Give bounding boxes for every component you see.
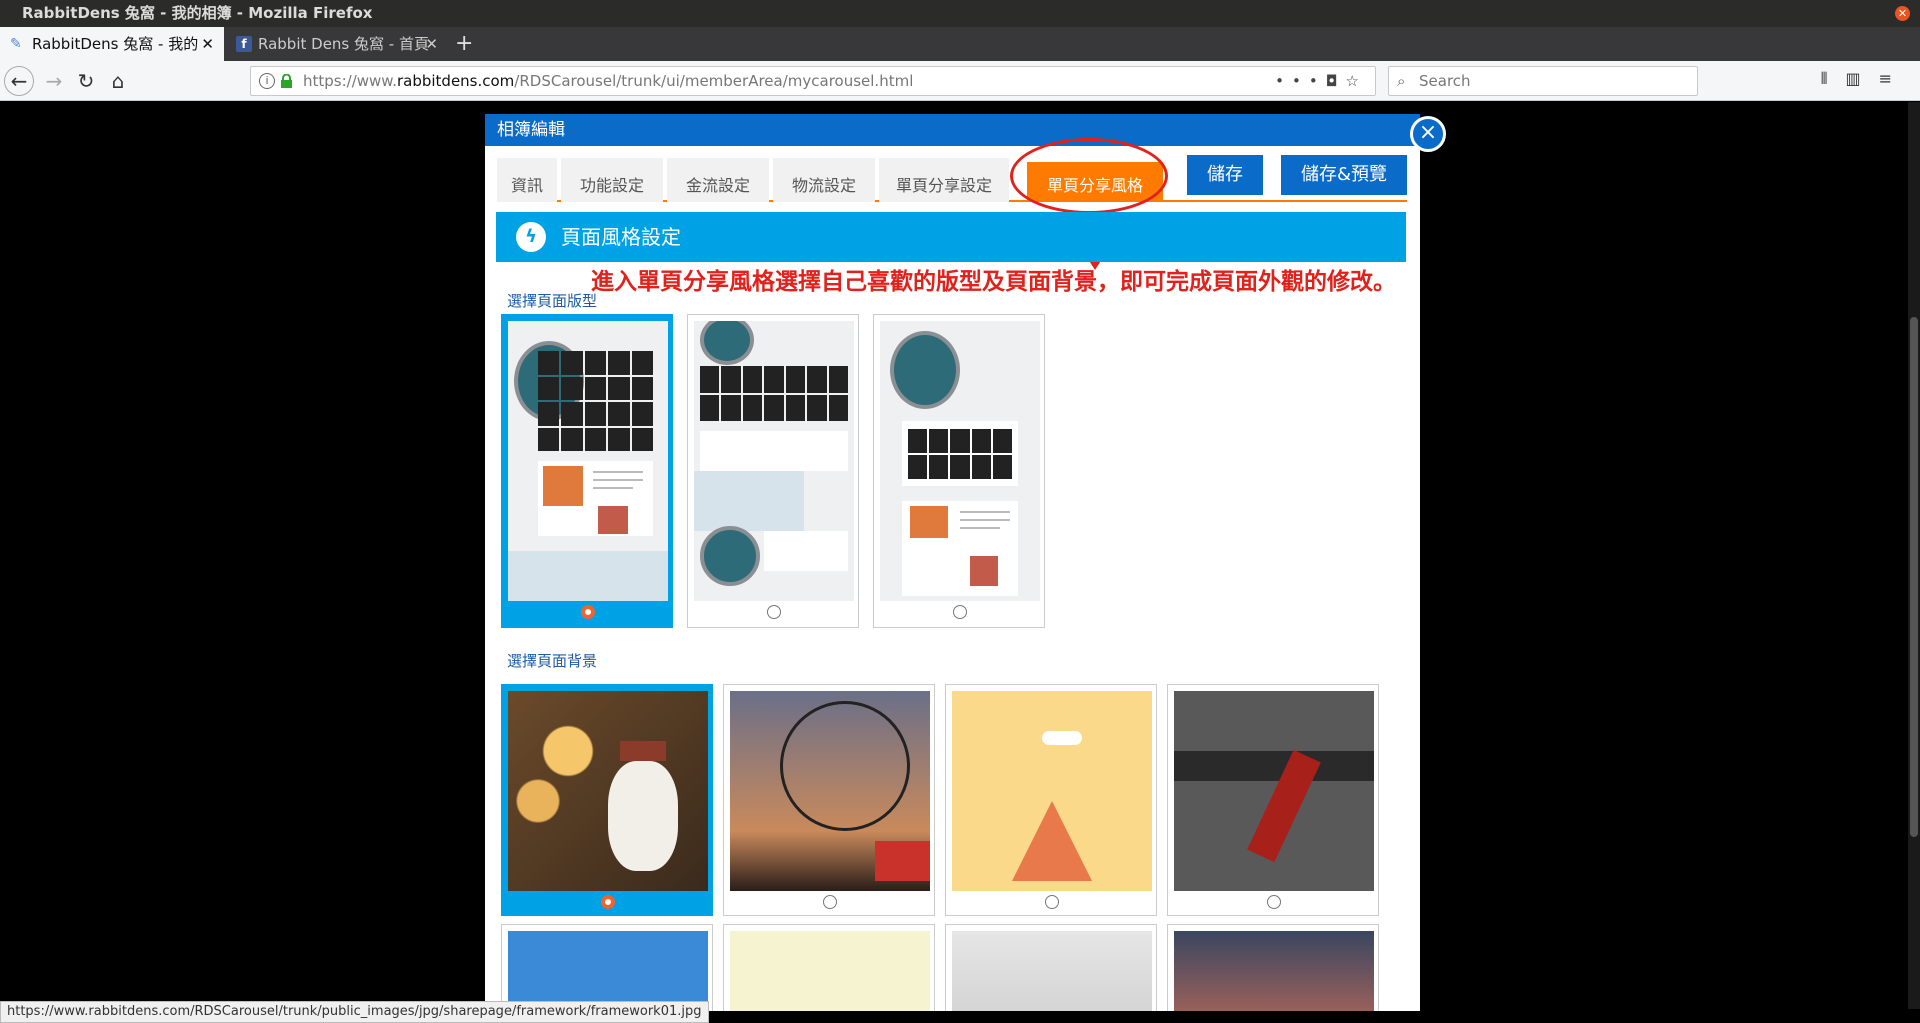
shop-illustration	[910, 506, 948, 538]
layout-radio-1[interactable]	[581, 605, 595, 619]
layout-radio-2[interactable]	[767, 605, 781, 619]
navigation-toolbar: ← → ↻ ⌂ i https://www.rabbitdens.com/RDS…	[0, 61, 1920, 101]
photo-grid	[700, 366, 848, 421]
instruction-annotation: 進入單頁分享風格選擇自己喜歡的版型及頁面背景，即可完成頁面外觀的修改。	[591, 269, 1396, 295]
sidebar-icon[interactable]: ▥	[1845, 69, 1878, 88]
fathers-day-image	[952, 691, 1152, 891]
album-editor-modal: 相簿編輯 資訊 功能設定 金流設定 物流設定 單頁分享設定 單頁分享風格 儲存 …	[485, 114, 1420, 1011]
tab-rabbitdens-album[interactable]: ✎ RabbitDens 兔窩 - 我的相… ✕	[0, 27, 224, 87]
detail-panel	[764, 531, 848, 571]
background-option-1[interactable]	[501, 684, 713, 916]
vacuum-cleaner-image	[1174, 691, 1374, 891]
people-illustration	[598, 506, 628, 534]
save-and-preview-button[interactable]: 儲存&預覽	[1281, 155, 1407, 195]
background-option-2[interactable]	[723, 684, 935, 916]
tab-close-icon[interactable]: ✕	[201, 27, 214, 61]
blue-cloud-image	[508, 931, 708, 1011]
layout-option-1[interactable]	[501, 314, 673, 628]
tab-share-page-settings[interactable]: 單頁分享設定	[879, 158, 1009, 202]
background-option-4[interactable]	[1167, 684, 1379, 916]
background-section-label: 選擇頁面背景	[507, 652, 598, 670]
layout-radio-3[interactable]	[953, 605, 967, 619]
background-radio-3[interactable]	[1045, 895, 1059, 909]
tab-info[interactable]: 資訊	[497, 158, 557, 202]
back-arrow-icon[interactable]: ←	[4, 66, 34, 96]
layout-section-label: 選擇頁面版型	[507, 292, 598, 310]
background-option-6[interactable]	[723, 924, 935, 1011]
status-bar-url: https://www.rabbitdens.com/RDSCarousel/t…	[0, 1001, 709, 1023]
lightning-icon: ϟ	[516, 222, 546, 252]
section-header: ϟ 頁面風格設定	[496, 212, 1406, 262]
page-scrollbar[interactable]	[1908, 102, 1920, 1009]
lock-icon	[281, 74, 292, 88]
window-close-icon[interactable]: ✕	[1895, 6, 1910, 21]
url-prefix: https://www.	[303, 72, 397, 90]
background-option-7[interactable]	[945, 924, 1157, 1011]
highlight-oval	[1010, 138, 1168, 214]
info-panel	[700, 431, 848, 471]
map-image	[508, 551, 668, 601]
people-illustration	[970, 556, 998, 586]
search-icon: ⌕	[1397, 72, 1406, 90]
layout-option-3[interactable]	[873, 314, 1045, 628]
search-placeholder: Search	[1419, 72, 1471, 90]
library-icon[interactable]: ⫴	[1821, 69, 1846, 88]
tab-label: Rabbit Dens 兔窩 - 首頁	[258, 35, 429, 53]
sunset-sky-image	[1174, 931, 1374, 1011]
layout-thumbnail-2	[694, 321, 854, 601]
bookmark-star-icon[interactable]: ☆	[1346, 72, 1367, 90]
tab-close-icon[interactable]: ✕	[425, 27, 438, 61]
save-button[interactable]: 儲存	[1187, 155, 1263, 195]
alarm-clock-image	[890, 331, 960, 409]
photo-grid	[908, 429, 1012, 479]
info-icon[interactable]: i	[259, 73, 275, 89]
layout-option-2[interactable]	[687, 314, 859, 628]
rabbit-favicon-icon: ✎	[10, 36, 22, 52]
shop-illustration	[543, 466, 583, 506]
window-title-bar: RabbitDens 兔窩 - 我的相簿 - Mozilla Firefox ✕	[0, 0, 1920, 27]
home-icon[interactable]: ⌂	[104, 67, 132, 95]
background-option-8[interactable]	[1167, 924, 1379, 1011]
pastel-pattern-image	[730, 931, 930, 1011]
url-path: /RDSCarousel/trunk/ui/memberArea/mycarou…	[514, 72, 914, 90]
tab-payment-settings[interactable]: 金流設定	[667, 158, 769, 202]
reload-icon[interactable]: ↻	[72, 67, 100, 95]
modal-close-button[interactable]: ×	[1410, 116, 1446, 152]
ferris-wheel-image	[730, 691, 930, 891]
tab-function-settings[interactable]: 功能設定	[561, 158, 663, 202]
section-title: 頁面風格設定	[561, 225, 681, 249]
background-radio-1[interactable]	[601, 895, 615, 909]
menu-icon[interactable]: ≡	[1879, 69, 1910, 88]
background-radio-2[interactable]	[823, 895, 837, 909]
scrollbar-thumb[interactable]	[1910, 317, 1918, 837]
search-input[interactable]: ⌕ Search	[1388, 66, 1698, 96]
window-title: RabbitDens 兔窩 - 我的相簿 - Mozilla Firefox	[22, 4, 373, 22]
tab-logistics-settings[interactable]: 物流設定	[773, 158, 875, 202]
pocket-icon[interactable]: ◘	[1326, 72, 1346, 90]
layout-thumbnail-3	[880, 321, 1040, 601]
alarm-clock-image	[700, 321, 754, 365]
photo-grid	[538, 351, 653, 451]
modal-tabs: 資訊 功能設定 金流設定 物流設定 單頁分享設定 單頁分享風格	[497, 158, 1407, 202]
tab-rabbitdens-home[interactable]: f Rabbit Dens 兔窩 - 首頁 ✕	[226, 27, 448, 61]
facebook-favicon-icon: f	[236, 36, 252, 52]
tab-strip: ✎ RabbitDens 兔窩 - 我的相… ✕ f Rabbit Dens 兔…	[0, 27, 1920, 87]
white-flower-image	[952, 931, 1152, 1011]
snowman-mug-image	[508, 691, 708, 891]
modal-title: 相簿編輯	[485, 114, 1420, 146]
background-option-5[interactable]	[501, 924, 713, 1011]
map-image	[694, 471, 804, 531]
page-actions-icon[interactable]: •••	[1275, 72, 1326, 90]
url-host: rabbitdens.com	[396, 72, 515, 90]
alarm-clock-image-2	[700, 526, 760, 586]
new-tab-icon[interactable]: +	[455, 27, 473, 61]
background-option-3[interactable]	[945, 684, 1157, 916]
forward-arrow-icon[interactable]: →	[40, 67, 68, 95]
layout-thumbnail-1	[508, 321, 668, 601]
url-bar[interactable]: i https://www.rabbitdens.com/RDSCarousel…	[250, 66, 1376, 96]
background-radio-4[interactable]	[1267, 895, 1281, 909]
